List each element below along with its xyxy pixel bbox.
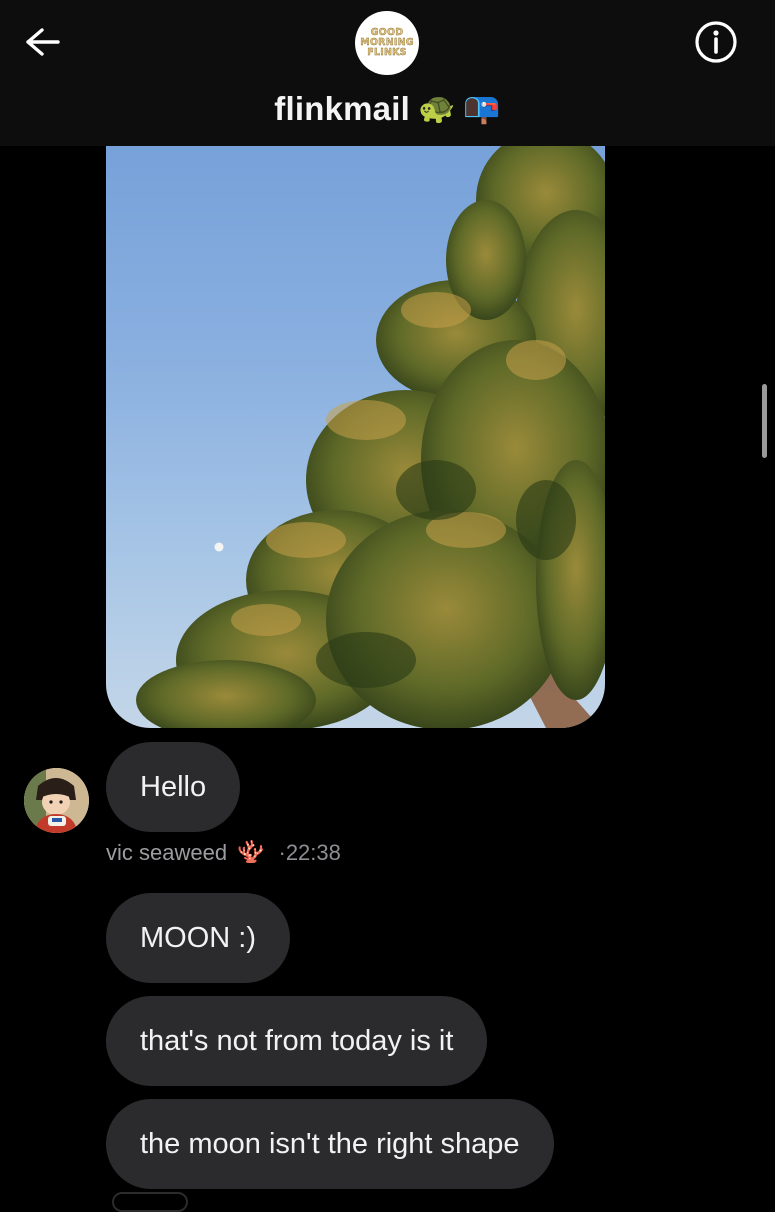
partial-next-bubble[interactable] (112, 1192, 188, 1212)
message-bubble-hello[interactable]: Hello (106, 742, 241, 832)
message-text: the moon isn't the right shape (140, 1127, 520, 1160)
info-circle-icon (695, 21, 737, 63)
back-button[interactable] (18, 20, 66, 64)
tree-sky-image (136, 130, 605, 728)
chat-header: GOOD MORNING FLINKS flinkmail 🐢 📭 (0, 0, 775, 146)
message-meta: vic seaweed 🪸 · 22:38 (106, 838, 341, 868)
chat-title-text: flinkmail (274, 90, 410, 127)
message-text: that's not from today is it (140, 1024, 454, 1057)
timestamp: 22:38 (285, 840, 341, 865)
avatar-image (24, 768, 89, 833)
coral-emoji: 🪸 (237, 840, 265, 865)
group-avatar[interactable]: GOOD MORNING FLINKS (355, 11, 419, 75)
scrollbar[interactable] (762, 384, 767, 458)
group-avatar-text-line: FLINKS (367, 47, 407, 58)
separator: · (278, 840, 286, 865)
message-bubble-not-today[interactable]: that's not from today is it (106, 996, 488, 1086)
mailbox-emoji: 📭 (463, 91, 501, 126)
message-bubble-moon[interactable]: MOON :) (106, 893, 290, 983)
info-button[interactable] (690, 16, 742, 68)
sender-name[interactable]: vic seaweed (106, 840, 227, 866)
moon (214, 542, 224, 552)
message-bubble-moon-shape[interactable]: the moon isn't the right shape (106, 1099, 554, 1189)
shared-photo[interactable] (106, 60, 605, 728)
message-text: MOON :) (140, 921, 256, 954)
chat-title[interactable]: flinkmail 🐢 📭 (0, 86, 775, 132)
sender-avatar[interactable] (24, 768, 89, 833)
message-text: Hello (140, 770, 207, 803)
arrow-left-icon (26, 28, 60, 56)
turtle-emoji: 🐢 (417, 91, 456, 126)
